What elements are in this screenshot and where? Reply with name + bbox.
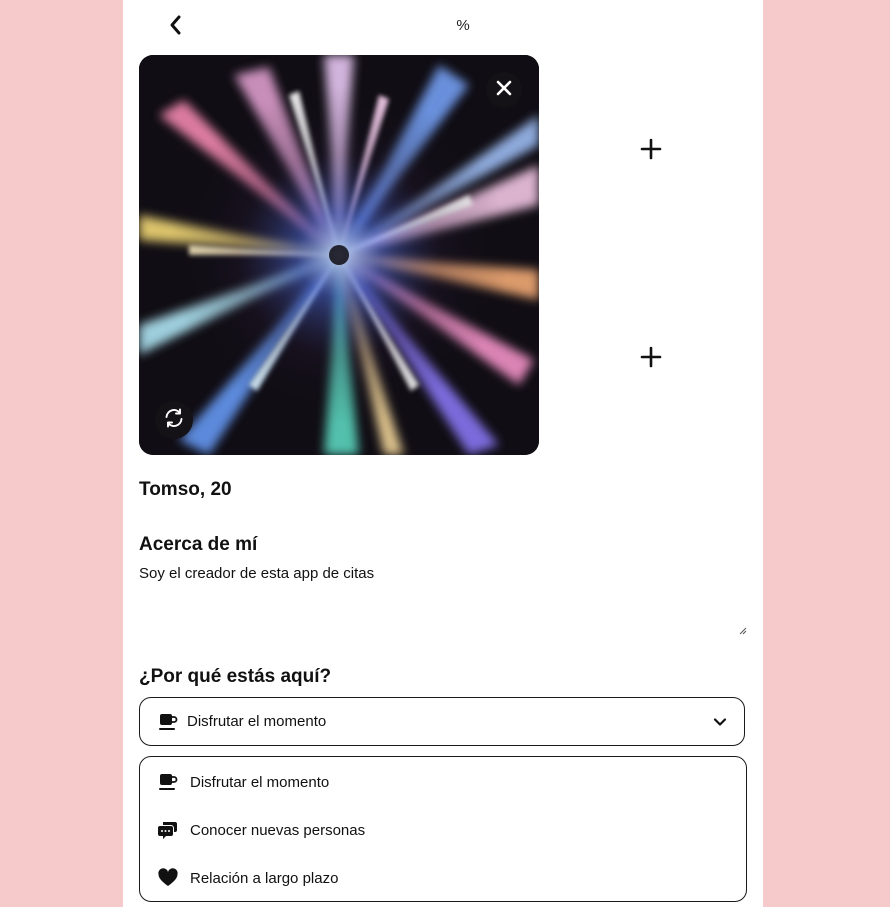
photo-image xyxy=(139,55,539,455)
heart-icon xyxy=(157,867,179,889)
chevron-down-icon xyxy=(713,715,727,734)
profile-name-age: Tomso, 20 xyxy=(139,479,232,501)
add-photo-slot-2[interactable] xyxy=(636,344,666,374)
intent-option-relacion[interactable]: Relación a largo plazo xyxy=(157,865,338,891)
resize-handle-icon[interactable] xyxy=(737,625,747,635)
intent-select[interactable]: Disfrutar el momento xyxy=(139,697,745,746)
intent-options-list: Disfrutar el momento Conocer nuevas pers… xyxy=(139,756,747,902)
progress-percentage: % xyxy=(456,17,470,34)
profile-age: 20 xyxy=(210,479,232,500)
coffee-cup-icon xyxy=(157,771,179,793)
replace-photo-button[interactable] xyxy=(155,401,193,439)
intent-option-label: Relación a largo plazo xyxy=(190,869,339,887)
remove-photo-button[interactable] xyxy=(486,72,522,108)
coffee-cup-icon xyxy=(157,711,179,733)
plus-icon xyxy=(640,138,662,165)
profile-name: Tomso, xyxy=(139,479,206,500)
back-button[interactable] xyxy=(163,14,187,40)
profile-photo[interactable] xyxy=(139,55,539,455)
add-photo-slot-1[interactable] xyxy=(636,136,666,166)
about-textarea[interactable] xyxy=(139,565,746,635)
intent-heading: ¿Por qué estás aquí? xyxy=(139,666,332,687)
close-icon xyxy=(495,79,513,102)
chevron-left-icon xyxy=(168,14,182,41)
intent-option-label: Disfrutar el momento xyxy=(190,773,330,791)
about-heading: Acerca de mí xyxy=(139,534,258,555)
intent-option-conocer[interactable]: Conocer nuevas personas xyxy=(157,817,365,843)
intent-option-label: Conocer nuevas personas xyxy=(190,821,366,839)
intent-option-disfrutar[interactable]: Disfrutar el momento xyxy=(157,769,329,795)
chat-bubbles-icon xyxy=(157,819,179,841)
plus-icon xyxy=(640,346,662,373)
intent-select-value: Disfrutar el momento xyxy=(187,713,327,730)
refresh-icon xyxy=(162,406,186,435)
